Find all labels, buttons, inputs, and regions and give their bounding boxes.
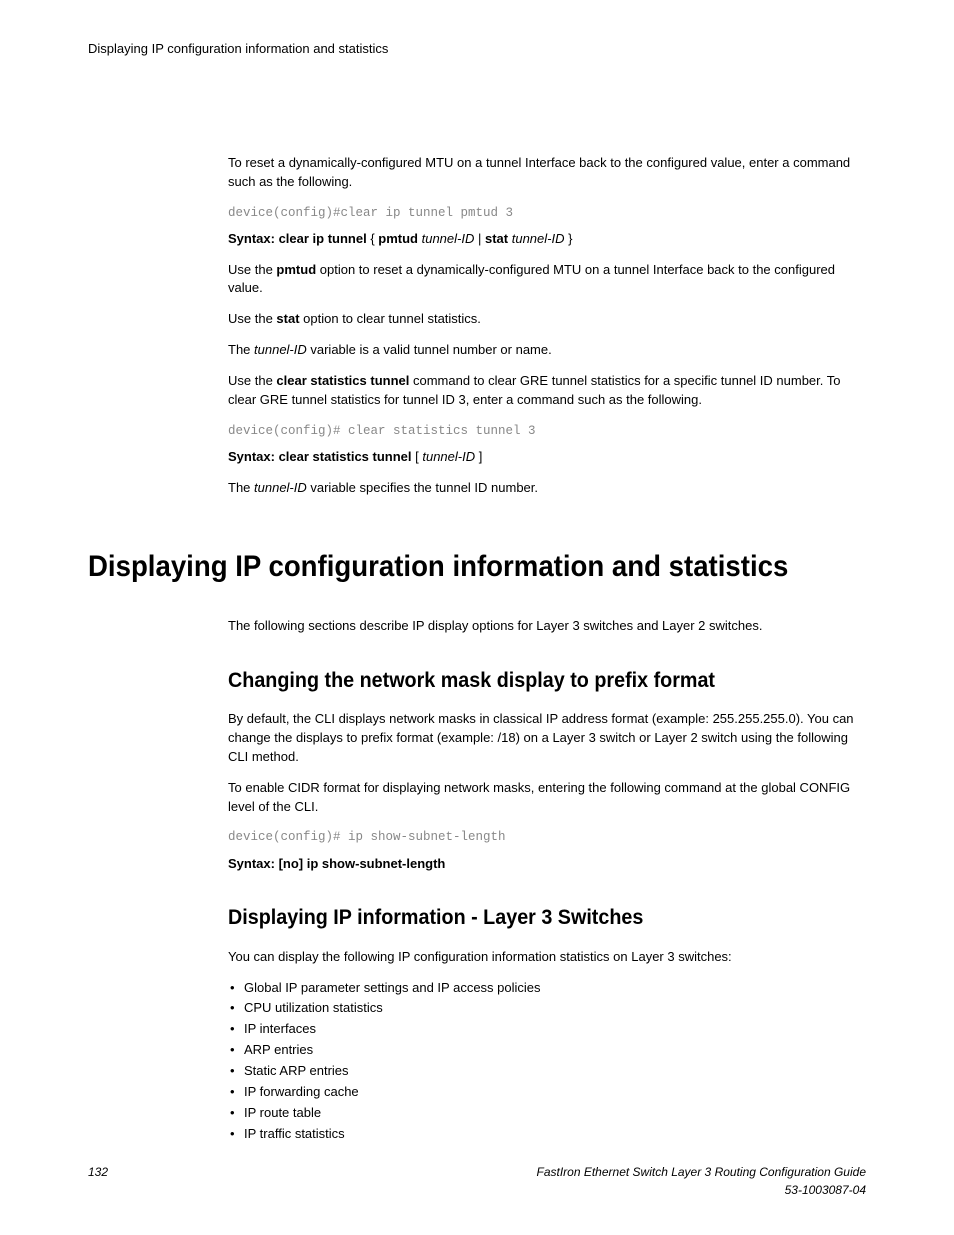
syntax-prefix: Syntax: [no] ip show-subnet-length: [228, 856, 445, 871]
t: option to clear tunnel statistics.: [300, 311, 481, 326]
t: Use the: [228, 373, 276, 388]
t: variable specifies the tunnel ID number.: [307, 480, 538, 495]
syntax-line: Syntax: clear ip tunnel { pmtud tunnel-I…: [228, 230, 866, 249]
term: stat: [276, 311, 299, 326]
page-number: 132: [88, 1164, 108, 1181]
syntax-option: pmtud: [378, 231, 418, 246]
doc-number: 53-1003087-04: [536, 1182, 866, 1199]
variable: tunnel-ID: [254, 342, 307, 357]
list-item: Static ARP entries: [228, 1062, 866, 1081]
list-item: CPU utilization statistics: [228, 999, 866, 1018]
paragraph: By default, the CLI displays network mas…: [228, 710, 866, 767]
syntax-arg: tunnel-ID: [418, 231, 474, 246]
t: {: [367, 231, 379, 246]
paragraph: The following sections describe IP displ…: [228, 617, 866, 636]
list-item: Global IP parameter settings and IP acce…: [228, 979, 866, 998]
code-block: device(config)#clear ip tunnel pmtud 3: [228, 204, 866, 222]
t: The: [228, 480, 254, 495]
code-block: device(config)# clear statistics tunnel …: [228, 422, 866, 440]
syntax-line: Syntax: [no] ip show-subnet-length: [228, 855, 866, 874]
paragraph: The tunnel-ID variable is a valid tunnel…: [228, 341, 866, 360]
t: Use the: [228, 311, 276, 326]
bullet-list: Global IP parameter settings and IP acce…: [228, 979, 866, 1144]
term: clear statistics tunnel: [276, 373, 409, 388]
term: pmtud: [276, 262, 316, 277]
paragraph: To enable CIDR format for displaying net…: [228, 779, 866, 817]
list-item: IP forwarding cache: [228, 1083, 866, 1102]
syntax-arg: tunnel-ID: [508, 231, 564, 246]
doc-title: FastIron Ethernet Switch Layer 3 Routing…: [536, 1164, 866, 1181]
list-item: ARP entries: [228, 1041, 866, 1060]
list-item: IP route table: [228, 1104, 866, 1123]
syntax-arg: tunnel-ID: [422, 449, 475, 464]
list-item: IP traffic statistics: [228, 1125, 866, 1144]
t: The: [228, 342, 254, 357]
t: }: [564, 231, 572, 246]
t: [: [412, 449, 423, 464]
t: option to reset a dynamically-configured…: [228, 262, 835, 296]
t: Use the: [228, 262, 276, 277]
paragraph: To reset a dynamically-configured MTU on…: [228, 154, 866, 192]
paragraph: Use the stat option to clear tunnel stat…: [228, 310, 866, 329]
paragraph: You can display the following IP configu…: [228, 948, 866, 967]
t: ]: [475, 449, 482, 464]
t: |: [474, 231, 485, 246]
variable: tunnel-ID: [254, 480, 307, 495]
syntax-prefix: Syntax: clear statistics tunnel: [228, 449, 412, 464]
subsection-heading: Changing the network mask display to pre…: [228, 666, 828, 696]
syntax-line: Syntax: clear statistics tunnel [ tunnel…: [228, 448, 866, 467]
syntax-option: stat: [485, 231, 508, 246]
paragraph: Use the clear statistics tunnel command …: [228, 372, 866, 410]
section-heading: Displaying IP configuration information …: [88, 545, 804, 589]
list-item: IP interfaces: [228, 1020, 866, 1039]
t: variable is a valid tunnel number or nam…: [307, 342, 552, 357]
code-block: device(config)# ip show-subnet-length: [228, 828, 866, 846]
syntax-prefix: Syntax: clear ip tunnel: [228, 231, 367, 246]
page-footer: 132 FastIron Ethernet Switch Layer 3 Rou…: [88, 1164, 866, 1199]
running-header: Displaying IP configuration information …: [88, 40, 866, 59]
subsection-heading: Displaying IP information - Layer 3 Swit…: [228, 903, 828, 933]
paragraph: The tunnel-ID variable specifies the tun…: [228, 479, 866, 498]
paragraph: Use the pmtud option to reset a dynamica…: [228, 261, 866, 299]
